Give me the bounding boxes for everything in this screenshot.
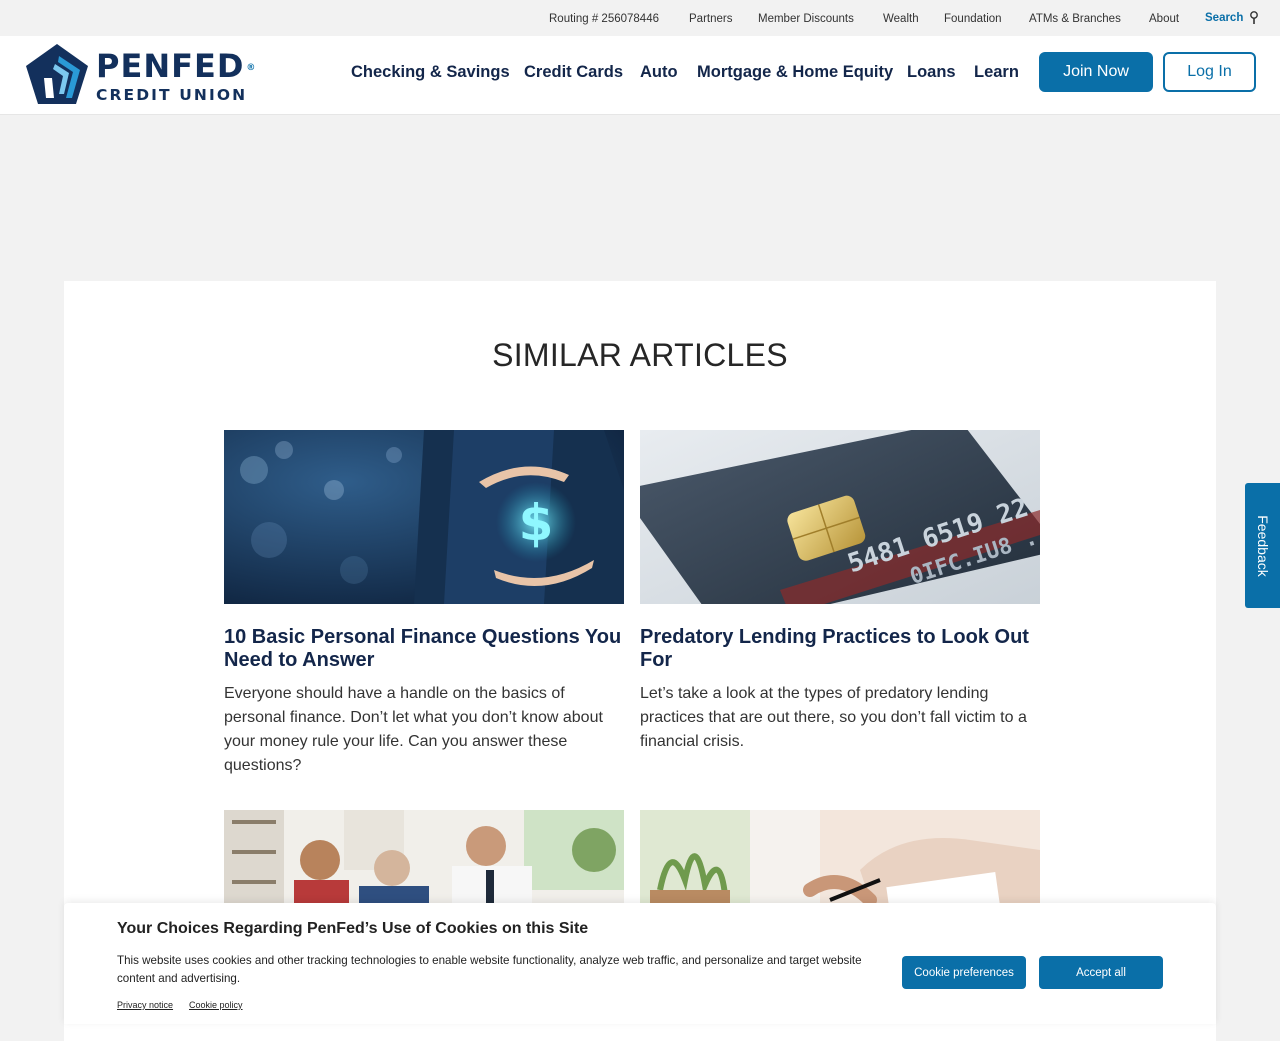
search-button[interactable]: Search [1205, 11, 1259, 25]
accept-all-button[interactable]: Accept all [1039, 956, 1163, 989]
nav-loans[interactable]: Loans [907, 63, 956, 82]
article-description: Let’s take a look at the types of predat… [640, 685, 1027, 750]
penfed-logo[interactable]: PENFED ® CREDIT UNION [24, 42, 269, 106]
pentagon-logo-icon [26, 44, 88, 104]
search-label: Search [1205, 12, 1244, 24]
article-image-credit-card[interactable]: 5481 6519 22 0IFC.IU8 . 8 [640, 430, 1040, 604]
article-title[interactable]: Predatory Lending Practices to Look Out … [640, 626, 1040, 672]
routing-number: Routing # 256078446 [549, 13, 659, 25]
logo-text-credit-union: CREDIT UNION [96, 86, 248, 104]
feedback-tab[interactable]: Feedback [1245, 483, 1280, 608]
article-title[interactable]: 10 Basic Personal Finance Questions You … [224, 626, 624, 672]
article-card: $ 10 Basic Personal Finance Questions Yo… [224, 430, 624, 778]
section-title: SIMILAR ARTICLES [492, 337, 788, 373]
article-card: 5481 6519 22 0IFC.IU8 . 8 Predatory Lend… [640, 430, 1040, 754]
nav-auto[interactable]: Auto [640, 63, 678, 82]
nav-credit-cards[interactable]: Credit Cards [524, 63, 623, 82]
cookie-banner: Your Choices Regarding PenFed’s Use of C… [64, 903, 1216, 1024]
utility-bar: Routing # 256078446 Partners Member Disc… [0, 0, 1280, 36]
util-link-about[interactable]: About [1149, 13, 1179, 25]
cookie-policy-link[interactable]: Cookie policy [189, 1000, 243, 1010]
article-description: Everyone should have a handle on the bas… [224, 685, 603, 774]
nav-checking-savings[interactable]: Checking & Savings [351, 63, 510, 82]
article-image-finance[interactable]: $ [224, 430, 624, 604]
util-link-foundation[interactable]: Foundation [944, 13, 1002, 25]
feedback-label: Feedback [1254, 514, 1271, 577]
cookie-banner-title: Your Choices Regarding PenFed’s Use of C… [117, 920, 589, 937]
log-in-button[interactable]: Log In [1163, 52, 1256, 92]
cookie-preferences-button[interactable]: Cookie preferences [902, 956, 1026, 989]
join-now-button[interactable]: Join Now [1039, 52, 1153, 92]
svg-text:$: $ [519, 494, 554, 552]
util-link-wealth[interactable]: Wealth [883, 13, 919, 25]
cookie-banner-text: This website uses cookies and other trac… [117, 954, 862, 985]
util-link-partners[interactable]: Partners [689, 13, 732, 25]
main-header: PENFED ® CREDIT UNION Checking & Savings … [0, 36, 1280, 115]
logo-registered-mark: ® [246, 63, 257, 73]
util-link-atms-branches[interactable]: ATMs & Branches [1029, 13, 1121, 25]
util-link-member-discounts[interactable]: Member Discounts [758, 13, 854, 25]
logo-text-penfed: PENFED [96, 47, 245, 85]
privacy-notice-link[interactable]: Privacy notice [117, 1000, 173, 1010]
logo-wordmark: PENFED ® CREDIT UNION [96, 50, 256, 103]
nav-learn[interactable]: Learn [974, 63, 1019, 82]
nav-mortgage-home-equity[interactable]: Mortgage & Home Equity [697, 63, 893, 82]
search-icon [1250, 11, 1259, 24]
